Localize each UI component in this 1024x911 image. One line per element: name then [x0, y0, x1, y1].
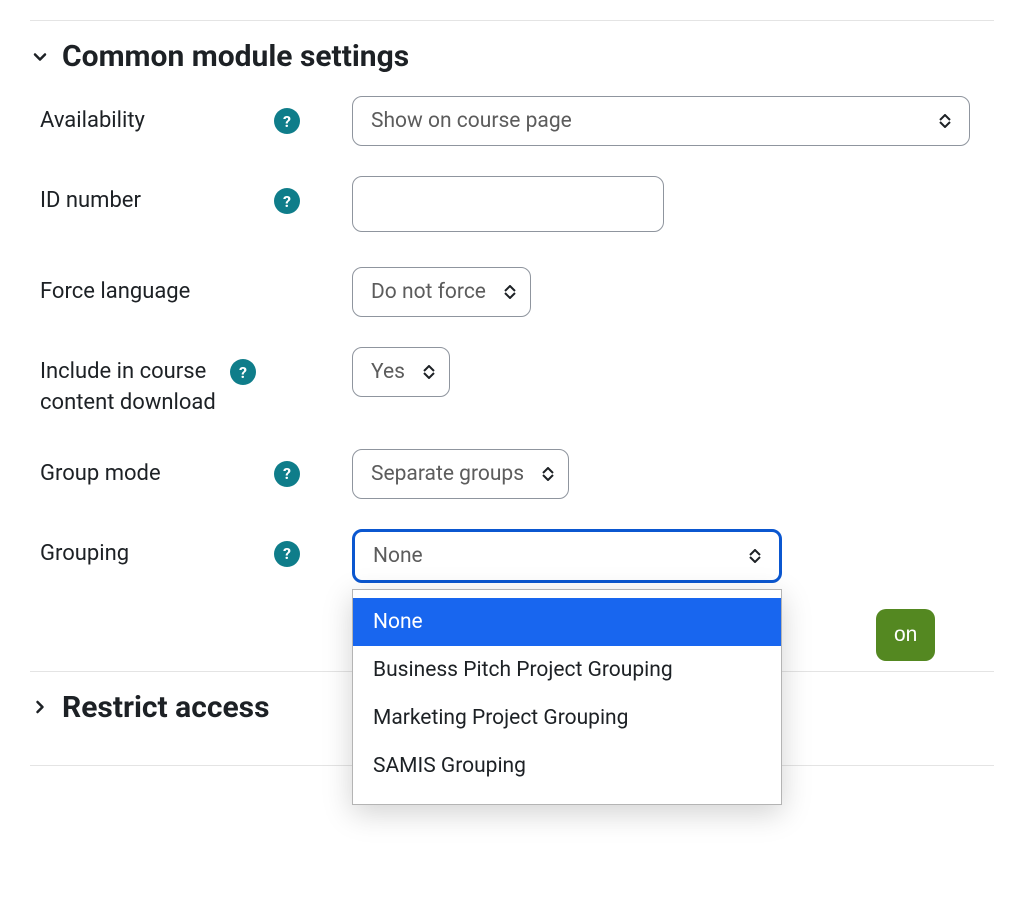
row-groupmode: Group mode ? Separate groups [30, 449, 994, 499]
label-groupmode: Group mode [40, 459, 264, 490]
dropdown-item[interactable]: SAMIS Grouping [353, 742, 781, 790]
updown-caret-icon [423, 365, 435, 379]
select-forcelang[interactable]: Do not force [352, 267, 531, 317]
help-icon[interactable]: ? [274, 461, 300, 487]
label-includedownload: Include in course content download [40, 357, 220, 419]
row-grouping: Grouping ? on None None Business Pitch P… [30, 529, 994, 583]
row-forcelang: Force language Do not force [30, 267, 994, 317]
updown-caret-icon [939, 114, 951, 128]
select-value: None [373, 544, 423, 568]
dropdown-item[interactable]: None [353, 598, 781, 646]
updown-caret-icon [749, 549, 761, 563]
chevron-down-icon [30, 47, 50, 67]
dropdown-item[interactable]: Marketing Project Grouping [353, 694, 781, 742]
updown-caret-icon [542, 467, 554, 481]
action-button-partial[interactable]: on [876, 609, 935, 661]
section-common-module-settings: Common module settings Availability ? Sh… [30, 20, 994, 672]
label-grouping: Grouping [40, 539, 264, 570]
dropdown-item[interactable]: Business Pitch Project Grouping [353, 646, 781, 694]
input-idnumber[interactable] [352, 176, 664, 232]
select-value: Yes [371, 360, 405, 384]
select-availability[interactable]: Show on course page [352, 96, 970, 146]
select-value: Do not force [371, 280, 486, 304]
select-groupmode[interactable]: Separate groups [352, 449, 569, 499]
select-grouping[interactable]: None [352, 529, 782, 583]
select-includedownload[interactable]: Yes [352, 347, 450, 397]
label-forcelang: Force language [40, 277, 300, 308]
select-value: Show on course page [371, 109, 572, 133]
section-title: Restrict access [62, 690, 269, 725]
updown-caret-icon [504, 285, 516, 299]
help-icon[interactable]: ? [274, 188, 300, 214]
help-icon[interactable]: ? [274, 108, 300, 134]
section-toggle-common[interactable]: Common module settings [30, 39, 994, 74]
label-idnumber: ID number [40, 186, 264, 217]
label-availability: Availability [40, 106, 264, 137]
section-title: Common module settings [62, 39, 409, 74]
dropdown-grouping: None Business Pitch Project Grouping Mar… [352, 589, 782, 805]
help-icon[interactable]: ? [274, 541, 300, 567]
help-icon[interactable]: ? [230, 359, 256, 385]
select-value: Separate groups [371, 462, 524, 486]
chevron-right-icon [30, 697, 50, 717]
row-availability: Availability ? Show on course page [30, 96, 994, 146]
row-includedownload: Include in course content download ? Yes [30, 347, 994, 419]
row-idnumber: ID number ? [30, 176, 994, 237]
